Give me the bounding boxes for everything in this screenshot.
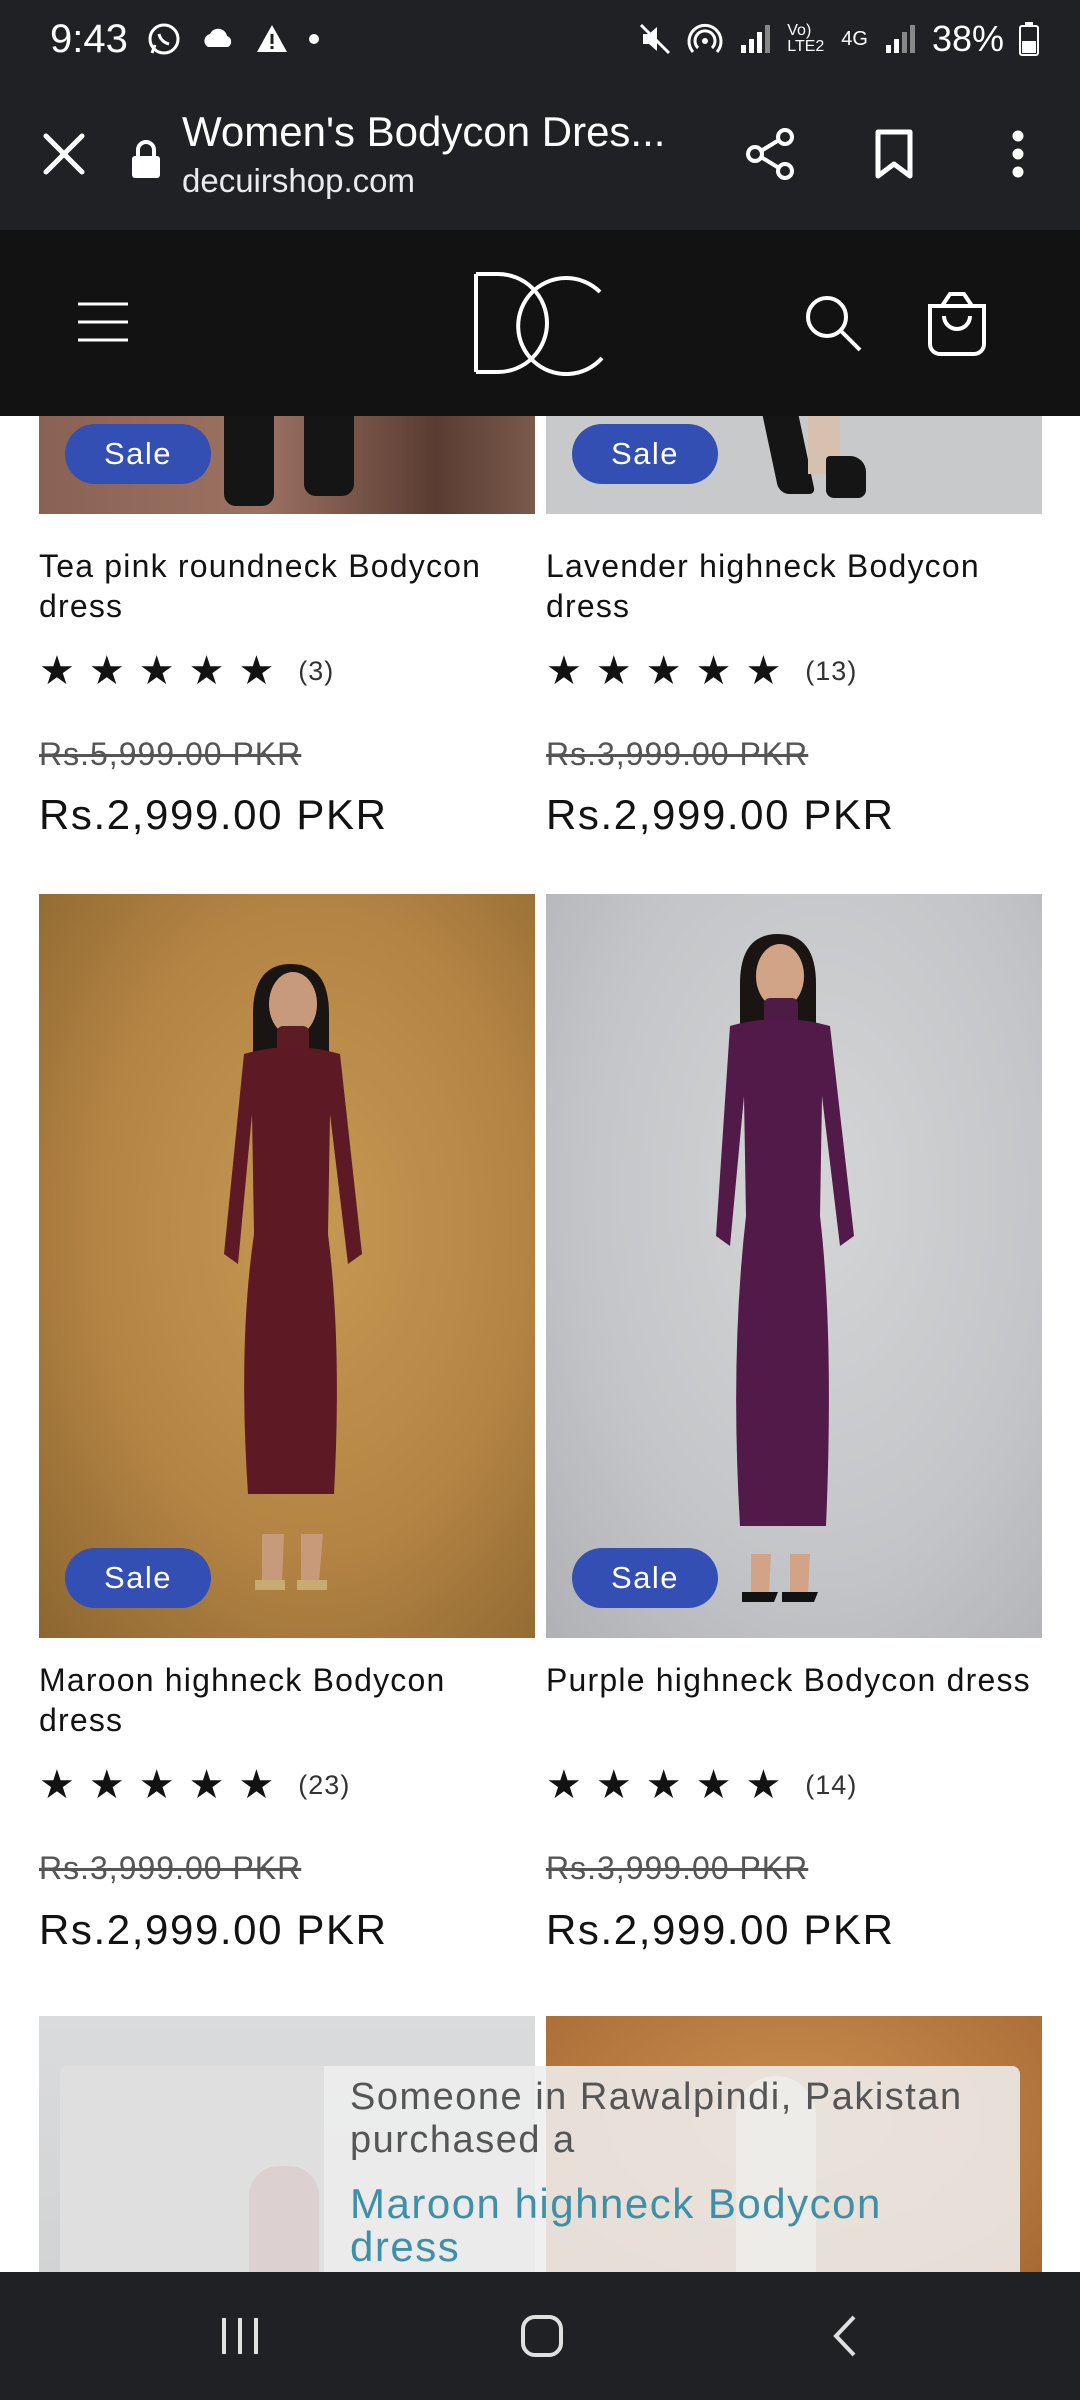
status-bar: 9:43 Vo) LTE2 4G 38% — [0, 0, 1080, 78]
sale-price: Rs.2,999.00 PKR — [39, 791, 388, 838]
address-bar[interactable]: Women's Bodycon Dres... decuirshop.com — [182, 108, 708, 200]
review-count: (23) — [298, 1769, 351, 1800]
notification-dot-icon — [308, 34, 319, 44]
more-vert-icon — [1012, 130, 1024, 178]
product-image[interactable]: Sale — [39, 894, 535, 1638]
battery-percent: 38% — [931, 18, 1004, 59]
site-header: DC — [0, 230, 1080, 416]
original-price: Rs.3,999.00 PKR — [546, 1850, 809, 1886]
original-price: Rs.3,999.00 PKR — [546, 736, 809, 772]
product-rating: ★★★★★ (13) — [546, 648, 857, 694]
product-card[interactable]: Sale Lavender highneck Bodycon dress ★★★… — [546, 416, 1042, 856]
sale-badge: Sale — [65, 424, 211, 484]
review-count: (13) — [805, 655, 858, 686]
recent-apps-button[interactable] — [140, 2272, 340, 2400]
network-type: 4G — [841, 27, 868, 50]
recent-apps-icon — [222, 2318, 258, 2354]
rating-stars: ★★★★★ — [39, 649, 289, 693]
bookmark-icon — [875, 129, 913, 179]
product-grid: Sale Tea pink roundneck Bodycon dress ★★… — [0, 416, 1080, 2272]
sale-price: Rs.2,999.00 PKR — [546, 1906, 895, 1953]
sale-price: Rs.2,999.00 PKR — [546, 791, 895, 838]
menu-icon[interactable] — [70, 292, 140, 352]
sale-badge: Sale — [65, 1548, 211, 1608]
original-price: Rs.5,999.00 PKR — [39, 736, 302, 772]
whatsapp-icon — [148, 23, 180, 55]
back-button[interactable] — [744, 2272, 944, 2400]
product-card[interactable]: Sale Purple highneck Bodycon dress ★★★★★… — [546, 894, 1042, 1994]
product-name[interactable]: Lavender highneck Bodycon dress — [546, 546, 1046, 626]
model-figure — [716, 934, 854, 1602]
home-button[interactable] — [442, 2272, 642, 2400]
battery-icon — [1019, 22, 1039, 56]
status-time: 9:43 — [50, 16, 128, 61]
sale-badge: Sale — [572, 424, 718, 484]
notification-product-link[interactable]: Maroon highneck Bodycon dress — [350, 2182, 990, 2268]
bookmark-button[interactable] — [832, 78, 956, 230]
purchase-notification[interactable]: Someone in Rawalpindi, Pakistan purchase… — [60, 2066, 1020, 2286]
close-icon — [43, 133, 85, 175]
model-figure — [224, 964, 362, 1590]
system-nav-bar — [0, 2272, 1080, 2400]
rating-stars: ★★★★★ — [546, 649, 796, 693]
product-card[interactable]: Sale Tea pink roundneck Bodycon dress ★★… — [39, 416, 535, 856]
product-image[interactable]: Sale — [546, 416, 1042, 514]
product-name[interactable]: Maroon highneck Bodycon dress — [39, 1660, 539, 1740]
cart-icon[interactable] — [922, 286, 992, 358]
signal-icon — [741, 25, 771, 53]
signal-2-icon — [885, 25, 915, 53]
close-tab-button[interactable] — [0, 78, 128, 230]
product-image[interactable]: Sale — [39, 416, 535, 514]
sale-price: Rs.2,999.00 PKR — [39, 1906, 388, 1953]
more-options-button[interactable] — [956, 78, 1080, 230]
rating-stars: ★★★★★ — [39, 1763, 289, 1807]
page-url: decuirshop.com — [182, 162, 415, 199]
review-count: (3) — [298, 655, 335, 686]
product-card[interactable]: Sale Maroon highneck Bodycon dress ★★★★★… — [39, 894, 535, 1994]
cloud-sync-icon — [204, 28, 232, 47]
sale-badge: Sale — [572, 1548, 718, 1608]
search-icon[interactable] — [800, 290, 866, 356]
product-name[interactable]: Purple highneck Bodycon dress — [546, 1660, 1046, 1700]
share-icon — [746, 128, 794, 180]
review-count: (14) — [805, 1769, 858, 1800]
browser-toolbar: Women's Bodycon Dres... decuirshop.com — [0, 78, 1080, 230]
original-price: Rs.3,999.00 PKR — [39, 1850, 302, 1886]
site-logo[interactable]: DC — [468, 270, 608, 376]
hotspot-icon — [687, 23, 723, 53]
rating-stars: ★★★★★ — [546, 1763, 796, 1807]
notification-thumbnail — [60, 2066, 324, 2286]
page-title: Women's Bodycon Dres... — [182, 108, 666, 155]
share-button[interactable] — [708, 78, 832, 230]
lock-icon — [132, 140, 160, 178]
mute-icon — [640, 23, 671, 55]
product-rating: ★★★★★ (14) — [546, 1762, 857, 1808]
product-rating: ★★★★★ (23) — [39, 1762, 350, 1808]
notification-message: Someone in Rawalpindi, Pakistan purchase… — [350, 2076, 963, 2161]
network-label: Vo) LTE2 — [787, 22, 825, 55]
home-icon — [521, 2315, 563, 2357]
product-rating: ★★★★★ (3) — [39, 648, 334, 694]
warning-icon — [256, 25, 287, 52]
product-name[interactable]: Tea pink roundneck Bodycon dress — [39, 546, 539, 626]
back-icon — [833, 2315, 856, 2357]
product-image[interactable]: Sale — [546, 894, 1042, 1638]
